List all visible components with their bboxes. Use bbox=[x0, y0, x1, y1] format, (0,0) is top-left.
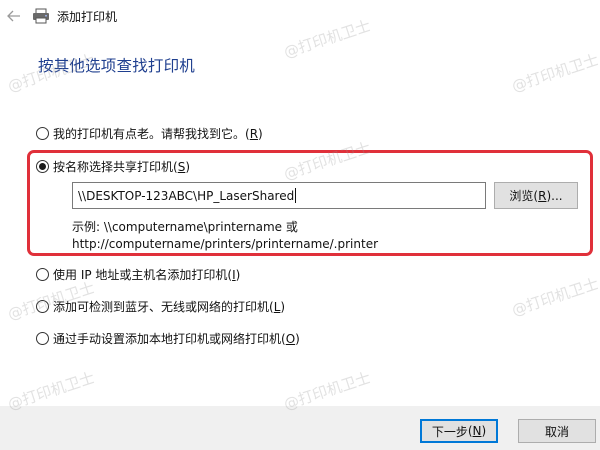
cancel-button[interactable]: 取消 bbox=[518, 419, 596, 443]
back-arrow-icon[interactable] bbox=[2, 4, 26, 28]
option-ip-address-label: 使用 IP 地址或主机名添加打印机 bbox=[53, 268, 228, 282]
option-bluetooth-wireless[interactable]: 添加可检测到蓝牙、无线或网络的打印机(L) bbox=[36, 298, 285, 315]
option-ip-address[interactable]: 使用 IP 地址或主机名添加打印机(I) bbox=[36, 266, 240, 283]
option-old-printer-label: 我的打印机有点老。请帮我找到它。 bbox=[53, 127, 246, 141]
next-button[interactable]: 下一步(N) bbox=[420, 419, 498, 443]
watermark: @打印机卫士 bbox=[509, 274, 600, 320]
window-title: 添加打印机 bbox=[57, 9, 118, 24]
option-shared-printer[interactable]: 按名称选择共享打印机(S) bbox=[36, 158, 190, 175]
option-old-printer[interactable]: 我的打印机有点老。请帮我找到它。(R) bbox=[36, 125, 263, 142]
printer-name-input[interactable]: \\DESKTOP-123ABC\HP_LaserShared bbox=[72, 182, 486, 209]
radio-ip-address[interactable] bbox=[36, 268, 49, 281]
example-line-1: 示例: \\computername\printername 或 bbox=[72, 220, 298, 234]
radio-shared-printer[interactable] bbox=[36, 160, 49, 173]
text-caret bbox=[295, 188, 297, 203]
example-line-2: http://computername/printers/printername… bbox=[72, 237, 379, 251]
title-bar: 添加打印机 bbox=[0, 0, 600, 32]
printer-icon bbox=[32, 8, 50, 24]
browse-button[interactable]: 浏览(R)... bbox=[494, 182, 578, 209]
dialog-footer bbox=[0, 406, 600, 450]
option-manual-setup-label: 通过手动设置添加本地打印机或网络打印机 bbox=[53, 332, 282, 346]
page-heading: 按其他选项查找打印机 bbox=[38, 57, 196, 75]
example-text: 示例: \\computername\printername 或 http://… bbox=[72, 219, 378, 253]
option-bluetooth-wireless-label: 添加可检测到蓝牙、无线或网络的打印机 bbox=[53, 300, 270, 314]
radio-old-printer[interactable] bbox=[36, 127, 49, 140]
watermark: @打印机卫士 bbox=[509, 50, 600, 96]
radio-manual-setup[interactable] bbox=[36, 332, 49, 345]
printer-name-value: \\DESKTOP-123ABC\HP_LaserShared bbox=[78, 188, 295, 203]
radio-bluetooth-wireless[interactable] bbox=[36, 300, 49, 313]
option-manual-setup[interactable]: 通过手动设置添加本地打印机或网络打印机(O) bbox=[36, 330, 300, 347]
option-shared-printer-label: 按名称选择共享打印机 bbox=[53, 160, 174, 174]
